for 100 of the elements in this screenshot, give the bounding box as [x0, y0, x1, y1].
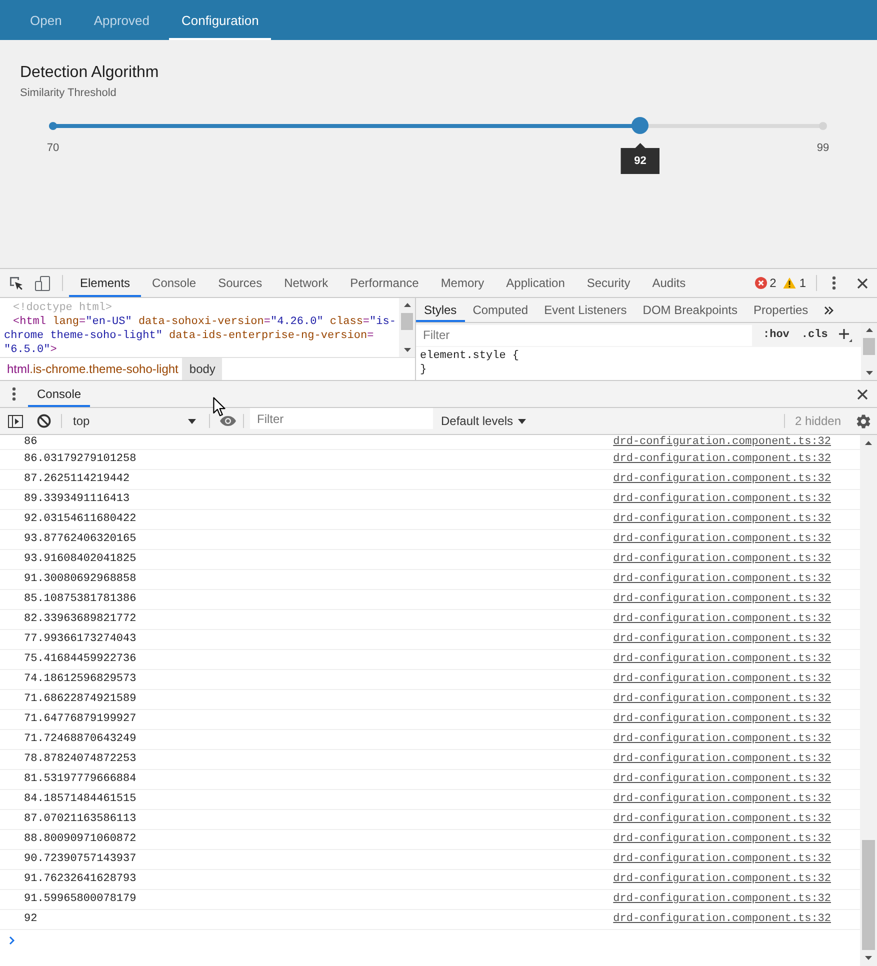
console-message-text: 75.41684459922736 — [24, 653, 136, 666]
source-link[interactable]: drd-configuration.component.ts:32 — [613, 813, 831, 826]
caret-down-icon — [188, 418, 196, 424]
sidebar-toggle-icon[interactable] — [8, 414, 22, 428]
console-message-text: 91.76232641628793 — [24, 873, 136, 886]
source-link[interactable]: drd-configuration.component.ts:32 — [613, 613, 831, 626]
devtools-tab[interactable]: Network — [273, 269, 340, 297]
source-link[interactable]: drd-configuration.component.ts:32 — [613, 493, 831, 506]
source-link[interactable]: drd-configuration.component.ts:32 — [613, 833, 831, 846]
scroll-down-arrow-icon[interactable] — [866, 371, 872, 375]
source-link[interactable]: drd-configuration.component.ts:32 — [613, 873, 831, 886]
source-link[interactable]: drd-configuration.component.ts:32 — [613, 573, 831, 586]
source-link[interactable]: drd-configuration.component.ts:32 — [613, 653, 831, 666]
inspect-element-icon[interactable] — [9, 276, 23, 290]
scroll-up-arrow-icon[interactable] — [865, 441, 872, 445]
scrollbar[interactable] — [399, 298, 415, 357]
slider-tick-icon — [49, 122, 57, 130]
devtools-tab[interactable]: Performance — [339, 269, 430, 297]
source-link[interactable]: drd-configuration.component.ts:32 — [613, 713, 831, 726]
eye-icon[interactable] — [220, 416, 236, 426]
section-title: Detection Algorithm — [20, 63, 159, 83]
context-select[interactable]: top — [66, 408, 203, 434]
styles-filter-input[interactable]: Filter — [416, 324, 752, 346]
scrollbar[interactable] — [860, 435, 877, 966]
console-message-text: 89.3393491116413 — [24, 493, 130, 506]
console-message-text: 92 — [24, 913, 38, 926]
devtools-tab[interactable]: Application — [495, 269, 576, 297]
scrollbar[interactable] — [861, 323, 877, 380]
style-toggle-button[interactable]: .cls — [799, 329, 830, 341]
chevrons-right-icon[interactable] — [824, 306, 834, 314]
style-rule-text: } — [420, 363, 427, 377]
devtools-tab[interactable]: Audits — [641, 269, 697, 297]
issues-counter[interactable]: 2 1 — [750, 269, 814, 297]
source-link[interactable]: drd-configuration.component.ts:32 — [613, 853, 831, 866]
devtools-tab[interactable]: Sources — [207, 269, 274, 297]
sidebar-tab[interactable]: Event Listeners — [536, 298, 635, 322]
breadcrumb-item[interactable]: body — [182, 358, 222, 380]
clear-console-icon[interactable] — [37, 414, 51, 428]
caret-down-icon — [518, 418, 526, 424]
source-link[interactable]: drd-configuration.component.ts:32 — [613, 593, 831, 606]
scrollbar-thumb[interactable] — [863, 338, 875, 355]
more-options-icon[interactable] — [832, 276, 836, 290]
close-icon[interactable] — [856, 388, 868, 400]
scroll-down-arrow-icon[interactable] — [404, 348, 410, 352]
source-link[interactable]: drd-configuration.component.ts:32 — [613, 533, 831, 546]
scroll-down-arrow-icon[interactable] — [865, 956, 872, 960]
hidden-messages-count: 2 hidden — [794, 413, 842, 430]
console-message-text: 71.64776879199927 — [24, 713, 136, 726]
source-link[interactable]: drd-configuration.component.ts:32 — [613, 513, 831, 526]
console-message-text: 91.59965800078179 — [24, 893, 136, 906]
console-message-text: 81.53197779666884 — [24, 773, 136, 786]
scroll-up-arrow-icon[interactable] — [404, 303, 410, 307]
more-options-icon[interactable] — [12, 387, 16, 401]
source-link[interactable]: drd-configuration.component.ts:32 — [613, 693, 831, 706]
source-link[interactable]: drd-configuration.component.ts:32 — [613, 436, 831, 448]
console-message-text: 77.99366173274043 — [24, 633, 136, 646]
source-link[interactable]: drd-configuration.component.ts:32 — [613, 633, 831, 646]
console-message-text: 90.72390757143937 — [24, 853, 136, 866]
slider-max-label: 99 — [816, 141, 830, 155]
prompt-chevron-icon — [9, 936, 15, 944]
scrollbar-thumb[interactable] — [401, 313, 413, 330]
scrollbar-thumb[interactable] — [862, 840, 875, 950]
console-message-text: 86 — [24, 436, 38, 448]
source-link[interactable]: drd-configuration.component.ts:32 — [613, 753, 831, 766]
scroll-up-arrow-icon[interactable] — [866, 328, 872, 332]
devtools-tab[interactable]: Memory — [430, 269, 496, 297]
source-link[interactable]: drd-configuration.component.ts:32 — [613, 473, 831, 486]
warning-icon — [783, 277, 796, 289]
settings-icon[interactable] — [854, 412, 872, 430]
slider-thumb[interactable] — [632, 117, 649, 134]
console-message-text: 82.33963689821772 — [24, 613, 136, 626]
sidebar-tab[interactable]: DOM Breakpoints — [634, 298, 746, 322]
style-toggle-button[interactable]: :hov — [761, 329, 792, 341]
slider-value-tooltip: 92 — [620, 143, 660, 174]
plus-icon[interactable] — [838, 328, 852, 342]
source-link[interactable]: drd-configuration.component.ts:32 — [613, 673, 831, 686]
source-link[interactable]: drd-configuration.component.ts:32 — [613, 893, 831, 906]
console-message-text: 93.91608402041825 — [24, 553, 136, 566]
dom-tree-line[interactable]: <html lang="en-US" data-sohoxi-version="4.26.0" class="is-chrome theme-soho-light" data-ids-enterprise-ng-version= "6.5.0"> — [0, 315, 399, 357]
sidebar-tab[interactable]: Properties — [745, 298, 816, 322]
breadcrumb-item[interactable]: html.is-chrome.theme-soho-light — [3, 358, 182, 380]
source-link[interactable]: drd-configuration.component.ts:32 — [613, 733, 831, 746]
close-icon[interactable] — [856, 278, 868, 288]
log-levels-dropdown[interactable]: Default levels — [439, 408, 528, 434]
devtools-tab[interactable]: Security — [576, 269, 642, 297]
device-toolbar-icon[interactable] — [34, 276, 50, 290]
sidebar-tab[interactable]: Computed — [464, 298, 536, 322]
console-message-text: 93.87762406320165 — [24, 533, 136, 546]
slider-tick-icon — [819, 122, 827, 130]
source-link[interactable]: drd-configuration.component.ts:32 — [613, 553, 831, 566]
error-icon — [754, 277, 767, 289]
devtools-tab[interactable]: Elements — [69, 269, 142, 297]
console-message-text: 87.2625114219442 — [24, 473, 130, 486]
source-link[interactable]: drd-configuration.component.ts:32 — [613, 773, 831, 786]
source-link[interactable]: drd-configuration.component.ts:32 — [613, 913, 831, 926]
devtools-tab[interactable]: Console — [141, 269, 208, 297]
source-link[interactable]: drd-configuration.component.ts:32 — [613, 793, 831, 806]
source-link[interactable]: drd-configuration.component.ts:32 — [613, 453, 831, 466]
style-rule-text: element.style { — [420, 349, 520, 363]
console-filter-input[interactable]: Filter — [250, 408, 433, 429]
